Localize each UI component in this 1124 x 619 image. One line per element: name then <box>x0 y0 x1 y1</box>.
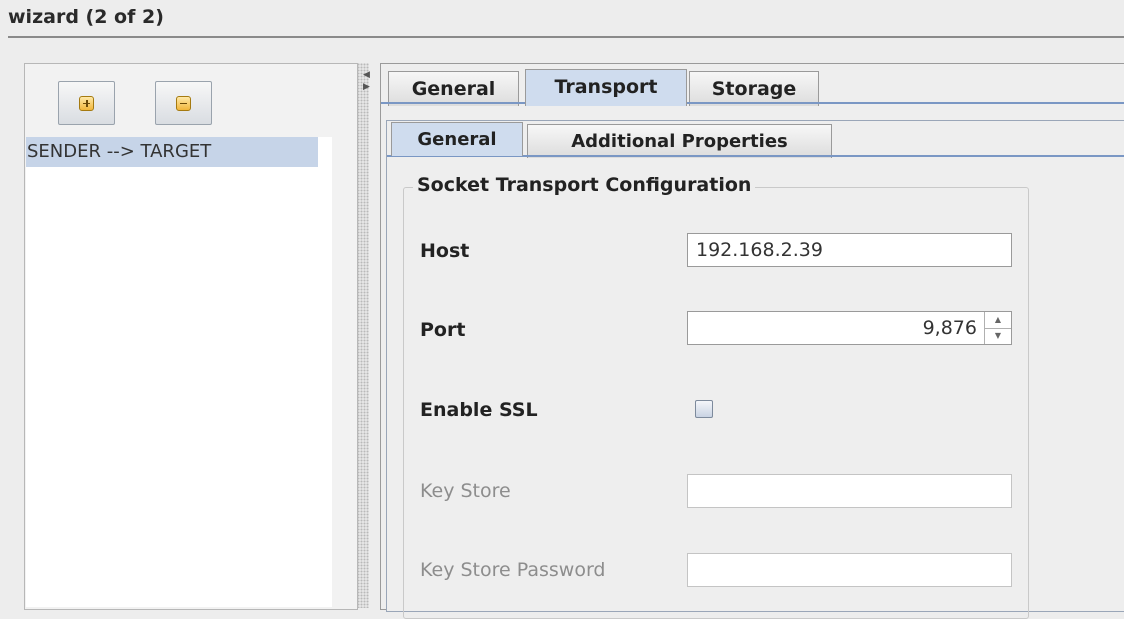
add-route-button[interactable] <box>58 81 115 125</box>
subtab-general[interactable]: General <box>391 122 523 156</box>
port-stepper[interactable]: 9,876 ▲ ▼ <box>687 311 1012 345</box>
tab-transport[interactable]: Transport <box>525 69 687 106</box>
collapse-left-arrow-icon[interactable]: ◀ <box>363 70 370 80</box>
minus-icon <box>176 95 191 111</box>
host-label: Host <box>420 240 470 262</box>
tab-storage[interactable]: Storage <box>689 71 819 106</box>
window-title: wizard (2 of 2) <box>8 6 164 28</box>
keystore-label: Key Store <box>420 480 511 502</box>
enable-ssl-checkbox[interactable] <box>695 400 713 418</box>
host-input[interactable]: 192.168.2.39 <box>687 233 1012 267</box>
section-title: Socket Transport Configuration <box>413 174 756 196</box>
port-label: Port <box>420 319 466 341</box>
tab-strip-line <box>381 102 1124 104</box>
spin-down-icon[interactable]: ▼ <box>985 328 1011 344</box>
enable-ssl-label: Enable SSL <box>420 399 538 421</box>
keystore-password-input[interactable] <box>687 553 1012 587</box>
split-pane-divider[interactable] <box>357 63 369 608</box>
remove-route-button[interactable] <box>155 81 212 125</box>
expand-right-arrow-icon[interactable]: ▶ <box>363 82 370 92</box>
subtab-additional-properties[interactable]: Additional Properties <box>527 124 832 158</box>
port-value: 9,876 <box>922 317 977 339</box>
tab-general[interactable]: General <box>388 71 519 106</box>
plus-icon <box>79 95 94 111</box>
spin-up-icon[interactable]: ▲ <box>985 312 1011 329</box>
keystore-password-label: Key Store Password <box>420 559 606 581</box>
list-item[interactable]: SENDER --> TARGET <box>26 137 318 167</box>
port-spinner: ▲ ▼ <box>984 312 1011 344</box>
keystore-input[interactable] <box>687 474 1012 508</box>
title-divider <box>8 36 1124 38</box>
route-list[interactable]: SENDER --> TARGET <box>26 137 332 607</box>
